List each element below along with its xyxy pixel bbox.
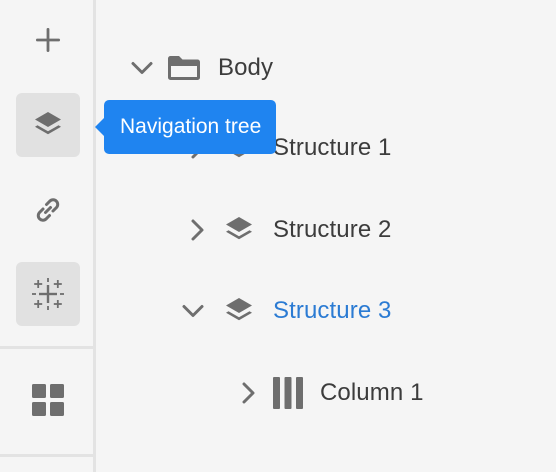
- folder-icon: [166, 50, 202, 86]
- left-rail: [0, 0, 96, 472]
- tree-node-label: Structure 3: [273, 297, 392, 324]
- tree-node-body[interactable]: Body: [128, 44, 273, 92]
- tree-node-structure-3[interactable]: Structure 3: [179, 287, 392, 335]
- tooltip: Navigation tree: [94, 100, 277, 154]
- sparkle-grid-icon: [32, 278, 64, 310]
- columns-icon: [270, 375, 306, 411]
- rail-divider: [0, 346, 96, 349]
- chevron-right-icon[interactable]: [234, 379, 262, 407]
- tree-node-label: Column 1: [320, 379, 424, 406]
- components-button[interactable]: [16, 368, 80, 432]
- tree-node-column-1[interactable]: Column 1: [234, 369, 424, 417]
- tooltip-text: Navigation tree: [120, 115, 262, 138]
- tree-node-label: Structure 2: [273, 216, 392, 243]
- tree-node-label: Structure 1: [273, 134, 392, 161]
- navigation-tree-button[interactable]: [16, 93, 80, 157]
- layers-icon: [221, 212, 257, 248]
- sparkle-button[interactable]: [16, 262, 80, 326]
- tree-node-label: Body: [218, 54, 274, 81]
- app-window: Body Structure 1 Structure 2 Structure 3…: [0, 0, 556, 472]
- rail-divider: [0, 454, 96, 457]
- tree-node-structure-2[interactable]: Structure 2: [183, 206, 392, 254]
- plus-icon: [36, 28, 60, 52]
- chevron-right-icon[interactable]: [183, 216, 211, 244]
- layers-icon: [221, 293, 257, 329]
- layers-icon: [35, 112, 61, 135]
- link-icon: [36, 198, 60, 222]
- chevron-down-icon[interactable]: [128, 54, 156, 82]
- links-button[interactable]: [16, 178, 80, 242]
- add-button[interactable]: [16, 8, 80, 72]
- navigation-tree: Body Structure 1 Structure 2 Structure 3…: [99, 0, 556, 472]
- chevron-down-icon[interactable]: [179, 297, 207, 325]
- grid-blocks-icon: [32, 384, 64, 416]
